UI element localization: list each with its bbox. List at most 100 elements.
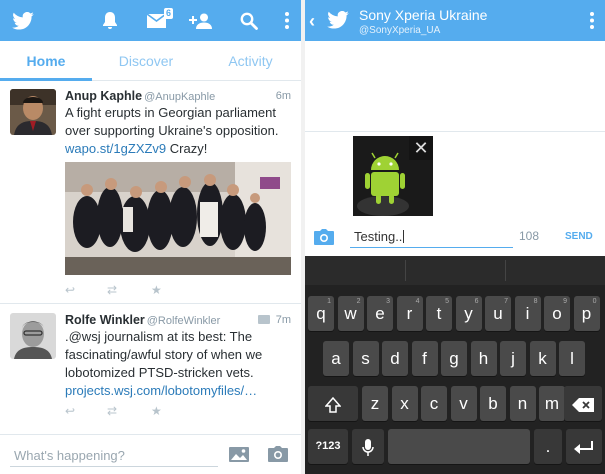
tweet[interactable]: Rolfe Winkler @RolfeWinkler 7m .@wsj jour… (0, 304, 301, 429)
compose-underline (10, 466, 218, 467)
tweet-time: 7m (275, 314, 291, 326)
dm-app-bar: ‹ Sony Xperia Ukraine @SonyXperia_UA (305, 0, 605, 41)
favorite-star-icon[interactable]: ★ (151, 404, 162, 418)
avatar[interactable] (10, 313, 56, 359)
key-z[interactable]: z (362, 386, 388, 421)
key-alt-label: 6 (474, 298, 479, 305)
key-alt-label: 8 (533, 298, 538, 305)
key-alt-label: 2 (356, 298, 361, 305)
messages-envelope-icon[interactable] (142, 0, 170, 41)
key-y[interactable]: y6 (455, 296, 482, 331)
message-area (305, 41, 605, 131)
back-chevron-icon[interactable]: ‹ (309, 12, 315, 30)
tweet-link[interactable]: wapo.st/1gZXZv9 (65, 141, 166, 156)
tweet-handle: @RolfeWinkler (146, 315, 221, 327)
key-alt-label: 1 (327, 298, 331, 305)
backspace-key[interactable] (564, 386, 602, 421)
key-u[interactable]: u7 (485, 296, 511, 331)
message-area-divider (305, 131, 605, 132)
add-user-icon[interactable] (186, 0, 216, 41)
camera-icon[interactable] (314, 229, 334, 250)
key-a[interactable]: a (323, 341, 349, 376)
key-alt-label: 4 (415, 298, 420, 305)
tweet-actions: ↩ ⇄ ★ (65, 283, 175, 297)
camera-icon[interactable] (268, 446, 288, 467)
favorite-star-icon[interactable]: ★ (151, 283, 162, 297)
key-h[interactable]: h (470, 341, 497, 376)
key-d[interactable]: d (382, 341, 408, 376)
period-key[interactable]: . (534, 429, 562, 464)
top-app-bar: 6 (0, 0, 301, 41)
avatar[interactable] (10, 89, 56, 135)
tab-activity[interactable]: Activity (200, 41, 301, 81)
tweet-author[interactable]: Anup Kaphle @AnupKaphle (65, 89, 215, 103)
enter-key[interactable] (566, 429, 602, 464)
key-alt-label: 7 (504, 298, 508, 305)
key-f[interactable]: f (411, 341, 438, 376)
twitter-bird-icon[interactable] (6, 0, 40, 41)
direct-message-screen: ‹ Sony Xperia Ukraine @SonyXperia_UA ✕ T… (305, 0, 605, 474)
retweet-icon[interactable]: ⇄ (107, 283, 117, 297)
tab-home[interactable]: Home (0, 41, 92, 81)
key-s[interactable]: s (352, 341, 379, 376)
key-t[interactable]: t5 (426, 296, 452, 331)
soft-keyboard: q1w2e3r4t5y6u7i8o9p0 asdfghjkl zxcvbnm ?… (305, 256, 605, 474)
conversation-handle: @SonyXperia_UA (359, 25, 441, 36)
key-alt-label: 9 (563, 298, 567, 305)
key-j[interactable]: j (500, 341, 526, 376)
key-x[interactable]: x (391, 386, 418, 421)
gallery-icon[interactable] (229, 447, 249, 467)
search-icon[interactable] (235, 0, 263, 41)
key-q[interactable]: q1 (308, 296, 334, 331)
overflow-menu-icon[interactable] (278, 0, 296, 41)
microphone-key[interactable] (352, 429, 384, 464)
twitter-timeline-screen: 6 Home Discover Activity Anup Kaphle @An… (0, 0, 301, 474)
key-g[interactable]: g (441, 341, 467, 376)
tweet[interactable]: Anup Kaphle @AnupKaphle 6m A fight erupts… (0, 81, 301, 301)
key-n[interactable]: n (509, 386, 536, 421)
key-r[interactable]: r4 (396, 296, 423, 331)
twitter-bird-icon[interactable] (327, 10, 349, 34)
messages-count-badge: 6 (164, 8, 174, 19)
message-input[interactable]: Testing.. (350, 226, 513, 248)
key-k[interactable]: k (529, 341, 556, 376)
shift-key[interactable] (308, 386, 358, 421)
tweet-text: .@wsj journalism at its best: The fascin… (65, 329, 263, 398)
key-p[interactable]: p0 (573, 296, 600, 331)
tab-discover[interactable]: Discover (92, 41, 200, 81)
reply-icon[interactable]: ↩ (65, 283, 75, 297)
conversation-title: Sony Xperia Ukraine (359, 7, 488, 23)
key-o[interactable]: o9 (544, 296, 570, 331)
photo-indicator-icon (258, 315, 270, 324)
symbols-key[interactable]: ?123 (308, 429, 348, 464)
key-alt-label: 3 (386, 298, 390, 305)
key-i[interactable]: i8 (514, 296, 541, 331)
tweet-actions: ↩ ⇄ ★ (65, 404, 175, 418)
key-c[interactable]: c (421, 386, 447, 421)
overflow-menu-icon[interactable] (590, 12, 594, 34)
compose-bar: What's happening? (0, 434, 301, 474)
tweet-link[interactable]: projects.wsj.com/lobotomyfiles/… (65, 383, 257, 398)
suggestion-strip (305, 256, 605, 285)
key-m[interactable]: m (539, 386, 565, 421)
key-e[interactable]: e3 (367, 296, 393, 331)
tweet-photo[interactable] (65, 162, 291, 275)
reply-icon[interactable]: ↩ (65, 404, 75, 418)
send-button[interactable]: SEND (565, 231, 593, 242)
tweet-author[interactable]: Rolfe Winkler @RolfeWinkler (65, 313, 220, 327)
tweet-text: A fight erupts in Georgian parliament ov… (65, 105, 279, 156)
key-alt-label: 0 (592, 298, 597, 305)
key-b[interactable]: b (480, 386, 506, 421)
retweet-icon[interactable]: ⇄ (107, 404, 117, 418)
key-v[interactable]: v (450, 386, 477, 421)
key-l[interactable]: l (559, 341, 585, 376)
key-alt-label: 5 (445, 298, 449, 305)
spacebar-key[interactable] (388, 429, 530, 464)
timeline-tabs: Home Discover Activity (0, 41, 301, 81)
remove-image-close-icon[interactable]: ✕ (409, 136, 433, 160)
text-caret (403, 230, 405, 243)
character-count: 108 (519, 229, 540, 243)
notifications-bell-icon[interactable] (96, 0, 124, 41)
compose-input[interactable]: What's happening? (14, 448, 125, 463)
key-w[interactable]: w2 (337, 296, 364, 331)
